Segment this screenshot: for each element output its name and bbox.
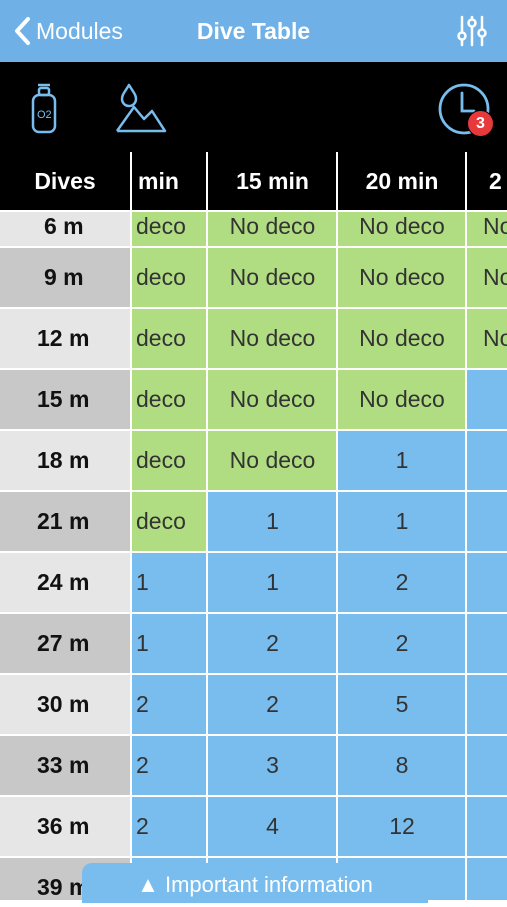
- table-cell[interactable]: 1: [206, 490, 337, 551]
- table-cell[interactable]: [465, 429, 507, 490]
- table-cell[interactable]: 1: [206, 551, 337, 612]
- table-cell[interactable]: 12: [336, 795, 466, 856]
- depth-row-label: 24 m: [0, 551, 130, 612]
- table-cell[interactable]: 2: [206, 612, 337, 673]
- table-cell[interactable]: No deco: [206, 429, 337, 490]
- table-header: Dives min 15 min 20 min 2: [0, 152, 507, 210]
- table-cell[interactable]: No deco: [336, 307, 466, 368]
- table-cell[interactable]: No: [465, 246, 507, 307]
- table-cell[interactable]: No: [465, 210, 507, 246]
- table-cell[interactable]: deco: [130, 246, 208, 307]
- depth-row-label: 12 m: [0, 307, 130, 368]
- table-cell[interactable]: deco: [130, 307, 208, 368]
- table-cell[interactable]: 2: [336, 612, 466, 673]
- depth-row-label: 33 m: [0, 734, 130, 795]
- depth-row-label: 21 m: [0, 490, 130, 551]
- table-cell[interactable]: 2: [130, 795, 208, 856]
- table-cell[interactable]: 1: [336, 429, 466, 490]
- nav-bar: Modules Dive Table: [0, 0, 507, 62]
- table-cell[interactable]: No deco: [336, 246, 466, 307]
- depth-row-label: 27 m: [0, 612, 130, 673]
- table-cell[interactable]: deco: [130, 210, 208, 246]
- table-cell[interactable]: No deco: [206, 246, 337, 307]
- table-cell[interactable]: 4: [206, 795, 337, 856]
- table-cell[interactable]: [465, 368, 507, 429]
- depth-row-label: 6 m: [0, 210, 130, 246]
- table-cell[interactable]: 8: [336, 734, 466, 795]
- depth-row-label: 18 m: [0, 429, 130, 490]
- notification-badge: 3: [467, 110, 494, 137]
- column-header: min: [130, 152, 208, 210]
- table-cell[interactable]: No deco: [206, 307, 337, 368]
- column-header: 15 min: [206, 152, 337, 210]
- table-cell[interactable]: 2: [130, 734, 208, 795]
- table-cell[interactable]: [465, 673, 507, 734]
- table-cell[interactable]: No deco: [206, 368, 337, 429]
- column-header: 20 min: [336, 152, 466, 210]
- table-cell[interactable]: 3: [206, 734, 337, 795]
- sliders-icon[interactable]: [455, 14, 489, 48]
- important-information-button[interactable]: ▲ Important information: [82, 863, 428, 903]
- page-title: Dive Table: [196, 18, 311, 44]
- table-cell[interactable]: 1: [336, 490, 466, 551]
- table-cell[interactable]: 2: [130, 673, 208, 734]
- o2-label: O2: [37, 109, 52, 121]
- table-cell[interactable]: [465, 490, 507, 551]
- oxygen-tank-icon[interactable]: O2: [26, 81, 62, 135]
- table-cell[interactable]: 1: [130, 612, 208, 673]
- table-cell[interactable]: 2: [206, 673, 337, 734]
- table-cell[interactable]: No deco: [336, 210, 466, 246]
- table-cell[interactable]: 2: [336, 551, 466, 612]
- table-cell[interactable]: No deco: [206, 210, 337, 246]
- table-cell[interactable]: [465, 551, 507, 612]
- depth-row-label: 9 m: [0, 246, 130, 307]
- table-cell[interactable]: [465, 795, 507, 856]
- depth-row-label: 36 m: [0, 795, 130, 856]
- table-cell[interactable]: No: [465, 307, 507, 368]
- table-cell[interactable]: [465, 734, 507, 795]
- toolbar: O2: [0, 62, 507, 152]
- table-cell[interactable]: [465, 856, 507, 900]
- table-cell[interactable]: deco: [130, 429, 208, 490]
- altitude-water-mountain-icon[interactable]: [114, 81, 168, 135]
- table-cell[interactable]: [465, 612, 507, 673]
- table-cell[interactable]: 1: [130, 551, 208, 612]
- depth-row-label: 30 m: [0, 673, 130, 734]
- table-cell[interactable]: deco: [130, 490, 208, 551]
- depth-row-label: 15 m: [0, 368, 130, 429]
- table-cell[interactable]: deco: [130, 368, 208, 429]
- table-cell[interactable]: 5: [336, 673, 466, 734]
- corner-header: Dives: [34, 168, 96, 194]
- column-header: 2: [465, 152, 507, 210]
- table-cell[interactable]: No deco: [336, 368, 466, 429]
- dive-table: Dives min 15 min 20 min 2 6 m deco No deco…: [0, 152, 507, 900]
